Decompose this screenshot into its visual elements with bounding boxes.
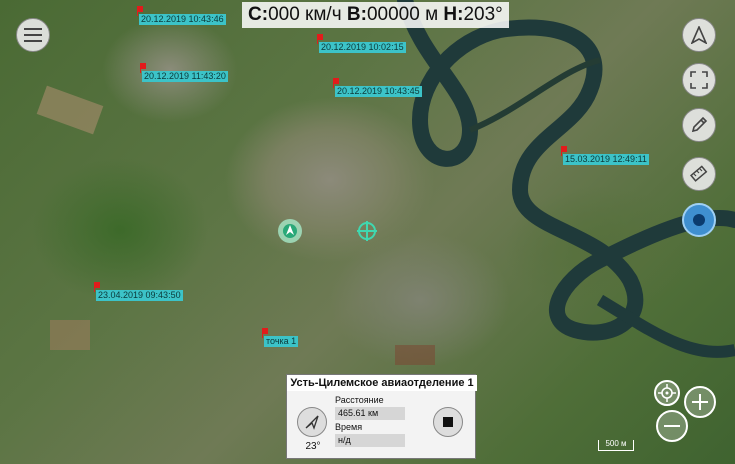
navigate-button[interactable]: [682, 18, 716, 52]
waypoint-label[interactable]: 20.12.2019 10:43:45: [335, 86, 422, 97]
waypoint-label[interactable]: 15.03.2019 12:49:11: [563, 154, 649, 165]
ruler-button[interactable]: [682, 157, 716, 191]
record-icon: [693, 214, 705, 226]
target-title: Усть-Цилемское авиаотделение 1: [287, 375, 477, 391]
crosshair-icon: [357, 221, 377, 241]
plus-icon: [692, 394, 708, 410]
fullscreen-button[interactable]: [682, 63, 716, 97]
time-label: Время: [335, 422, 363, 432]
distance-label: Расстояние: [335, 395, 384, 405]
waypoint-label[interactable]: 20.12.2019 10:43:46: [139, 14, 226, 25]
waypoint-flag-marker[interactable]: [140, 63, 146, 69]
telemetry-bar: С:000 км/ч В:00000 м Н:203°: [242, 2, 509, 28]
waypoint-label[interactable]: точка 1: [264, 336, 299, 347]
scale-bar: 500 м: [598, 440, 634, 451]
bearing-value: 23°: [305, 441, 321, 452]
altitude-value: 00000 м: [366, 4, 439, 25]
record-button[interactable]: [682, 203, 716, 237]
zoom-in-button[interactable]: [684, 386, 716, 418]
waypoint-flag-marker[interactable]: [94, 282, 100, 288]
altitude-label: В:: [346, 4, 367, 25]
waypoint-flag-marker[interactable]: [262, 328, 268, 334]
direction-button[interactable]: [297, 407, 327, 437]
heading-value: 203°: [463, 4, 503, 25]
navigation-arrow-icon: [691, 26, 707, 44]
waypoint-flag-marker[interactable]: [317, 34, 323, 40]
stop-button[interactable]: [433, 407, 463, 437]
speed-label: С:: [248, 4, 269, 25]
locate-icon: [658, 384, 676, 402]
ruler-icon: [690, 165, 708, 182]
current-position-icon[interactable]: [277, 218, 303, 244]
edit-button[interactable]: [682, 108, 716, 142]
pencil-icon: [691, 116, 708, 133]
waypoint-flag-marker[interactable]: [333, 78, 339, 84]
waypoint-label[interactable]: 20.12.2019 11:43:20: [142, 71, 228, 82]
menu-icon: [24, 28, 42, 42]
speed-value: 000 км/ч: [268, 4, 342, 25]
distance-value: 465.61 км: [335, 407, 405, 420]
waypoint-label[interactable]: 23.04.2019 09:43:50: [96, 290, 183, 301]
waypoint-flag-marker[interactable]: [137, 6, 143, 12]
fullscreen-icon: [690, 71, 708, 89]
zoom-out-button[interactable]: [656, 410, 688, 442]
menu-button[interactable]: [16, 18, 50, 52]
waypoint-label[interactable]: 20.12.2019 10:02:15: [319, 42, 406, 53]
heading-label: Н:: [443, 4, 464, 25]
locate-button[interactable]: [654, 380, 680, 406]
route-info-panel: Усть-Цилемское авиаотделение 1 23° Расст…: [286, 374, 477, 459]
stop-icon: [443, 417, 453, 427]
navigation-arrow-icon: [305, 415, 319, 430]
waypoint-flag-marker[interactable]: [561, 146, 567, 152]
minus-icon: [664, 425, 680, 427]
time-value: н/д: [335, 434, 405, 447]
